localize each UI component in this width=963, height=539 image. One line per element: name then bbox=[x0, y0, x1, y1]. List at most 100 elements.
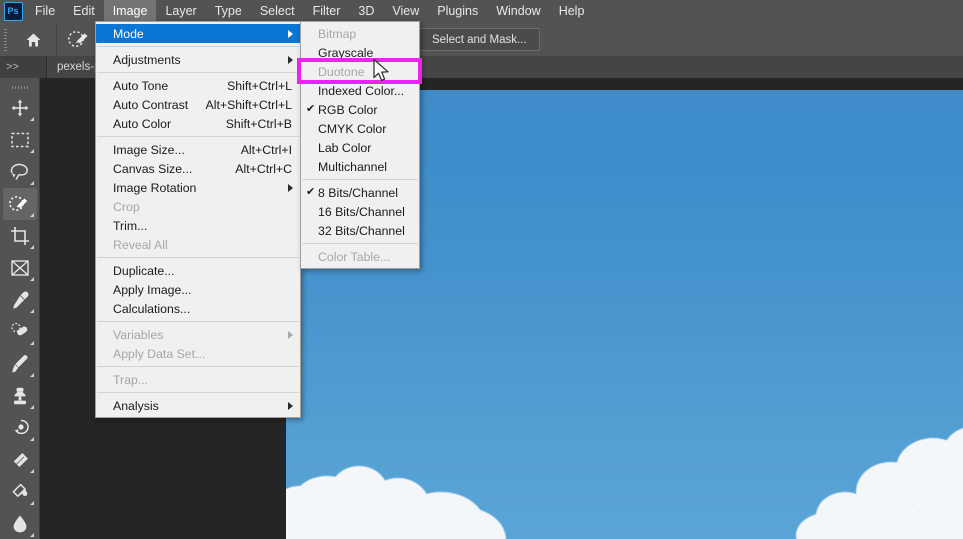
history-brush-tool-icon bbox=[14, 419, 29, 435]
mode-submenu-item-16-bits-channel[interactable]: 16 Bits/Channel bbox=[301, 202, 419, 221]
image-menu-item-label: Trap... bbox=[113, 372, 149, 387]
image-menu-separator bbox=[97, 257, 299, 258]
photoshop-logo-icon: Ps bbox=[0, 0, 26, 23]
menu-file[interactable]: File bbox=[26, 0, 64, 23]
menu-3d[interactable]: 3D bbox=[349, 0, 383, 23]
image-menu-dropdown[interactable]: Mode Adjustments Auto Tone Shift+Ctrl+L Auto… bbox=[95, 21, 301, 418]
menu-window[interactable]: Window bbox=[487, 0, 549, 23]
clone-stamp-tool-icon bbox=[13, 387, 26, 405]
history-brush-tool[interactable] bbox=[3, 412, 37, 444]
home-icon bbox=[26, 33, 40, 46]
mode-submenu-item-rgb-color[interactable]: ✔ RGB Color bbox=[301, 100, 419, 119]
mode-submenu-item-cmyk-color[interactable]: CMYK Color bbox=[301, 119, 419, 138]
image-menu-separator bbox=[97, 366, 299, 367]
crop-tool[interactable] bbox=[3, 220, 37, 252]
mode-submenu-item-multichannel[interactable]: Multichannel bbox=[301, 157, 419, 176]
submenu-arrow-icon bbox=[288, 29, 293, 38]
select-and-mask-button[interactable]: Select and Mask... bbox=[418, 28, 540, 51]
image-menu-item-label: Trim... bbox=[113, 218, 148, 233]
image-menu-item-canvas-size[interactable]: Canvas Size... Alt+Ctrl+C bbox=[96, 159, 300, 178]
frame-tool[interactable] bbox=[3, 252, 37, 284]
menu-view[interactable]: View bbox=[383, 0, 428, 23]
quick-selection-tool[interactable] bbox=[2, 188, 37, 220]
mode-submenu-item-lab-color[interactable]: Lab Color bbox=[301, 138, 419, 157]
image-menu-item-shortcut: Alt+Ctrl+I bbox=[240, 142, 292, 157]
home-button[interactable] bbox=[10, 23, 57, 56]
mode-submenu-item-bitmap: Bitmap bbox=[301, 24, 419, 43]
spot-healing-brush-tool[interactable] bbox=[3, 316, 37, 348]
image-menu-item-apply-data-set: Apply Data Set... bbox=[96, 344, 300, 363]
clone-stamp-tool[interactable] bbox=[3, 380, 37, 412]
mode-submenu-item-label: 32 Bits/Channel bbox=[318, 223, 405, 238]
options-bar-grip[interactable] bbox=[0, 23, 10, 56]
blur-tool[interactable] bbox=[3, 508, 37, 539]
image-menu-item-duplicate[interactable]: Duplicate... bbox=[96, 261, 300, 280]
image-menu-item-label: Apply Data Set... bbox=[113, 346, 206, 361]
mode-submenu-item-32-bits-channel[interactable]: 32 Bits/Channel bbox=[301, 221, 419, 240]
image-menu-item-crop: Crop bbox=[96, 197, 300, 216]
submenu-arrow-icon bbox=[288, 401, 293, 410]
eraser-tool[interactable] bbox=[3, 444, 37, 476]
checkmark-icon: ✔ bbox=[306, 186, 316, 198]
rectangular-marquee-tool[interactable] bbox=[3, 124, 37, 156]
eyedropper-tool-icon bbox=[12, 291, 28, 309]
tools-panel: T bbox=[0, 78, 40, 539]
image-menu-item-label: Mode bbox=[113, 26, 144, 41]
mode-submenu-item-grayscale[interactable]: Grayscale bbox=[301, 43, 419, 62]
menu-help[interactable]: Help bbox=[550, 0, 594, 23]
menu-layer[interactable]: Layer bbox=[156, 0, 205, 23]
image-menu-item-auto-color[interactable]: Auto Color Shift+Ctrl+B bbox=[96, 114, 300, 133]
image-menu-item-auto-tone[interactable]: Auto Tone Shift+Ctrl+L bbox=[96, 76, 300, 95]
image-menu-item-label: Auto Contrast bbox=[113, 97, 189, 112]
image-menu-item-label: Variables bbox=[113, 327, 164, 342]
image-menu-item-trim[interactable]: Trim... bbox=[96, 216, 300, 235]
gradient-tool[interactable] bbox=[3, 476, 37, 508]
image-menu-item-label: Duplicate... bbox=[113, 263, 175, 278]
image-menu-item-image-rotation[interactable]: Image Rotation bbox=[96, 178, 300, 197]
menu-edit[interactable]: Edit bbox=[64, 0, 104, 23]
menu-plugins[interactable]: Plugins bbox=[428, 0, 487, 23]
image-menu-item-label: Auto Tone bbox=[113, 78, 169, 93]
image-menu-item-label: Image Size... bbox=[113, 142, 185, 157]
image-menu-separator bbox=[97, 321, 299, 322]
image-menu-item-label: Canvas Size... bbox=[113, 161, 193, 176]
image-menu-item-label: Image Rotation bbox=[113, 180, 197, 195]
image-menu-item-label: Calculations... bbox=[113, 301, 191, 316]
mode-submenu-item-label: CMYK Color bbox=[318, 121, 387, 136]
brush-tool[interactable] bbox=[3, 348, 37, 380]
image-menu-item-calculations[interactable]: Calculations... bbox=[96, 299, 300, 318]
image-menu-item-trap: Trap... bbox=[96, 370, 300, 389]
mode-submenu-dropdown[interactable]: Bitmap Grayscale Duotone Indexed Color... ✔ R… bbox=[300, 21, 420, 269]
image-menu-item-analysis[interactable]: Analysis bbox=[96, 396, 300, 415]
image-menu-item-shortcut: Alt+Shift+Ctrl+L bbox=[205, 97, 292, 112]
image-menu-item-adjustments[interactable]: Adjustments bbox=[96, 50, 300, 69]
eraser-tool-icon bbox=[13, 453, 28, 467]
tools-panel-grip[interactable] bbox=[0, 82, 39, 92]
menu-type[interactable]: Type bbox=[206, 0, 251, 23]
image-menu-item-label: Analysis bbox=[113, 398, 159, 413]
gradient-tool-icon bbox=[11, 483, 27, 498]
panel-expand-button[interactable]: >> bbox=[0, 56, 47, 78]
image-menu-item-mode[interactable]: Mode bbox=[96, 24, 300, 43]
mode-submenu-item-indexed-color[interactable]: Indexed Color... bbox=[301, 81, 419, 100]
image-menu-separator bbox=[97, 46, 299, 47]
image-menu-item-image-size[interactable]: Image Size... Alt+Ctrl+I bbox=[96, 140, 300, 159]
menu-bar: Ps File Edit Image Layer Type Select Filter 3D V… bbox=[0, 0, 963, 23]
spot-healing-brush-tool-icon bbox=[10, 322, 27, 336]
mode-submenu-item-8-bits-channel[interactable]: ✔ 8 Bits/Channel bbox=[301, 183, 419, 202]
image-menu-item-shortcut: Shift+Ctrl+B bbox=[225, 116, 292, 131]
image-menu-item-variables: Variables bbox=[96, 325, 300, 344]
image-menu-item-apply-image[interactable]: Apply Image... bbox=[96, 280, 300, 299]
image-menu-item-auto-contrast[interactable]: Auto Contrast Alt+Shift+Ctrl+L bbox=[96, 95, 300, 114]
menu-filter[interactable]: Filter bbox=[304, 0, 350, 23]
menu-select[interactable]: Select bbox=[251, 0, 304, 23]
menu-image[interactable]: Image bbox=[103, 0, 157, 23]
mode-submenu-item-color-table: Color Table... bbox=[301, 247, 419, 266]
lasso-tool[interactable] bbox=[3, 156, 37, 188]
mode-submenu-item-label: Lab Color bbox=[318, 140, 372, 155]
eyedropper-tool[interactable] bbox=[3, 284, 37, 316]
mode-submenu-item-label: RGB Color bbox=[318, 102, 378, 117]
move-tool[interactable] bbox=[3, 92, 37, 124]
image-menu-item-shortcut: Shift+Ctrl+L bbox=[227, 78, 292, 93]
mode-submenu-item-duotone: Duotone bbox=[301, 62, 419, 81]
